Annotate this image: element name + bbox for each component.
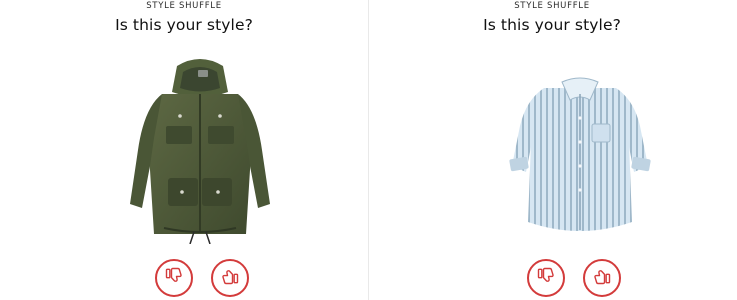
thumbs-down-icon xyxy=(164,266,184,290)
thumbs-down-icon xyxy=(536,266,556,290)
section-eyebrow: STYLE SHUFFLE xyxy=(146,1,222,11)
like-button[interactable] xyxy=(211,259,249,297)
page-title: Is this your style? xyxy=(483,16,621,34)
thumbs-up-icon xyxy=(592,266,612,290)
style-shuffle-page: STYLE SHUFFLE Is this your style? STYLE … xyxy=(0,0,737,300)
product-image-jacket xyxy=(120,54,280,245)
dislike-button[interactable] xyxy=(527,259,565,297)
card-divider xyxy=(368,0,369,300)
olive-utility-jacket-icon xyxy=(130,59,270,245)
product-image-shirt xyxy=(492,54,668,244)
dislike-button[interactable] xyxy=(155,259,193,297)
like-button[interactable] xyxy=(583,259,621,297)
page-title: Is this your style? xyxy=(115,16,253,34)
thumbs-up-icon xyxy=(220,266,240,290)
section-eyebrow: STYLE SHUFFLE xyxy=(514,1,590,11)
striped-button-up-shirt-icon xyxy=(509,77,651,231)
